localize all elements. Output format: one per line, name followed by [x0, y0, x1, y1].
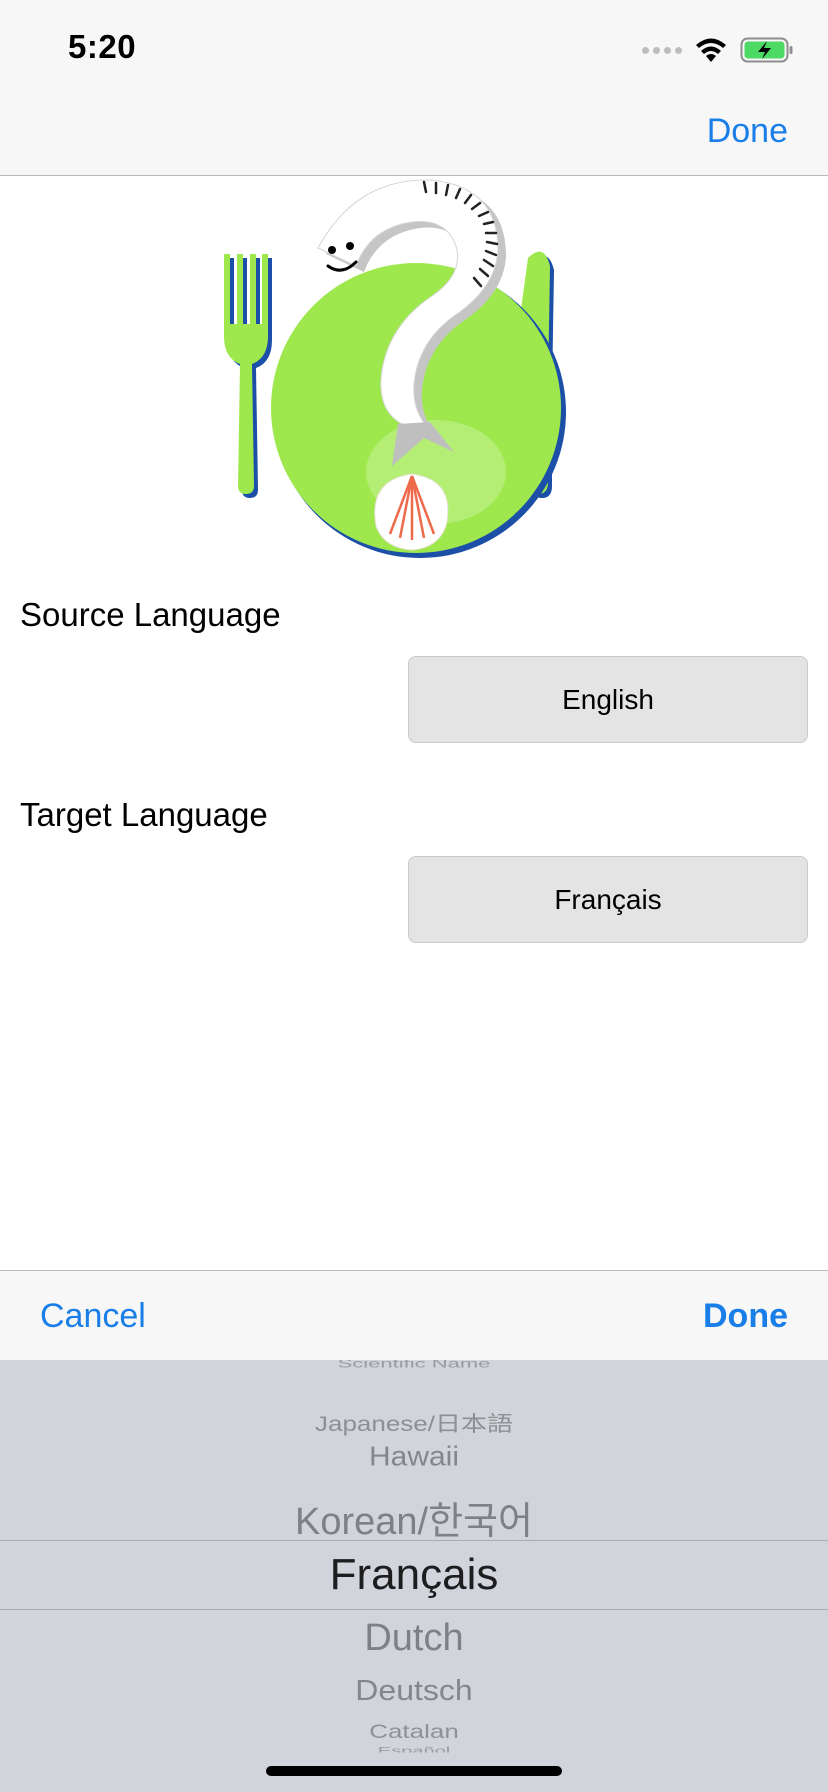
app-logo: [214, 176, 614, 568]
navigation-bar: 5:20 Done: [0, 0, 828, 176]
battery-charging-icon: [740, 37, 793, 63]
language-picker[interactable]: Scientific Name Japanese/日本語 Hawaii Kore…: [0, 1360, 828, 1792]
picker-row[interactable]: Dutch: [0, 1617, 828, 1660]
source-language-label: Source Language: [20, 596, 281, 633]
status-icons: [642, 36, 794, 64]
nav-done-button[interactable]: Done: [707, 112, 788, 151]
target-language-value: Français: [554, 883, 662, 915]
shell-icon: [374, 473, 449, 551]
picker-row[interactable]: Japanese/日本語: [0, 1408, 828, 1438]
source-language-value: English: [562, 683, 654, 715]
wifi-icon: [696, 38, 726, 62]
cancel-button[interactable]: Cancel: [40, 1297, 146, 1336]
target-language-label: Target Language: [20, 796, 268, 833]
picker-row[interactable]: Deutsch: [0, 1674, 828, 1707]
picker-row[interactable]: Hawaii: [0, 1441, 828, 1472]
picker-done-button[interactable]: Done: [703, 1297, 788, 1336]
home-indicator[interactable]: [266, 1766, 562, 1776]
picker-row-selected[interactable]: Français: [0, 1550, 828, 1600]
picker-row[interactable]: Español: [0, 1746, 828, 1753]
picker-selection-top-line: [0, 1540, 828, 1541]
source-language-button[interactable]: English: [408, 656, 808, 743]
picker-selection-bottom-line: [0, 1609, 828, 1610]
cellular-signal-icon: [642, 46, 682, 54]
target-language-button[interactable]: Français: [408, 856, 808, 943]
picker-row[interactable]: Korean/한국어: [0, 1490, 828, 1545]
picker-toolbar: Cancel Done: [0, 1270, 828, 1360]
fork-icon: [224, 254, 272, 498]
picker-row[interactable]: Catalan: [0, 1720, 828, 1743]
status-time: 5:20: [68, 28, 137, 65]
picker-row[interactable]: Scientific Name: [0, 1360, 828, 1370]
